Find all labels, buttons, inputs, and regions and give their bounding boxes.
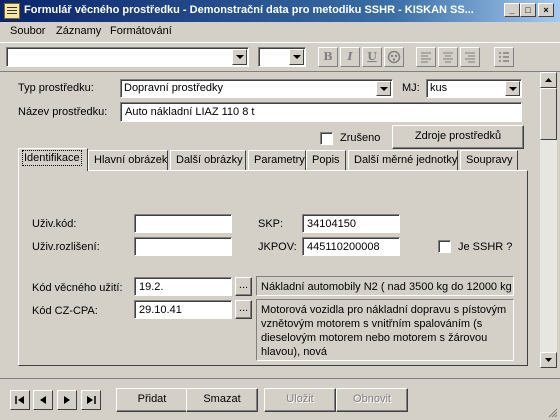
- tab-popis[interactable]: Popis: [306, 150, 346, 170]
- form-app-icon: [4, 3, 20, 19]
- last-record-icon: [87, 396, 96, 404]
- je-sshr-label: Je SSHR ?: [458, 241, 513, 253]
- resize-grip[interactable]: [548, 408, 558, 418]
- kod-vecneho-uziti-label: Kód věcného užití:: [32, 282, 123, 294]
- nazev-prostredku-input[interactable]: Auto nákladní LIAZ 110 8 t: [120, 102, 522, 122]
- menu-formatovani[interactable]: Formátování: [110, 25, 172, 37]
- je-sshr-checkbox[interactable]: [438, 240, 451, 253]
- kod-cz-cpa-lookup-button[interactable]: ...: [235, 300, 252, 319]
- uziv-rozliseni-input[interactable]: [134, 237, 232, 256]
- last-record-button[interactable]: [81, 390, 101, 410]
- arrow-down-icon: [545, 358, 552, 362]
- scroll-down-button[interactable]: [540, 352, 557, 368]
- jkpov-label: JKPOV:: [258, 241, 297, 253]
- kod-vecneho-uziti-lookup-button[interactable]: ...: [235, 277, 252, 296]
- previous-record-button[interactable]: [33, 390, 53, 410]
- align-right-icon: [465, 52, 475, 63]
- zruseno-label: Zrušeno: [340, 132, 381, 144]
- first-record-button[interactable]: [10, 390, 30, 410]
- menu-zaznamy[interactable]: Záznamy: [56, 25, 101, 37]
- minimize-button[interactable]: _: [504, 3, 520, 17]
- scroll-thumb[interactable]: [540, 88, 557, 140]
- tab-dalsi-merne-jednotky[interactable]: Další měrné jednotky: [348, 150, 458, 170]
- chevron-down-icon[interactable]: [232, 49, 247, 65]
- align-center-icon: [443, 52, 453, 63]
- tab-soupravy[interactable]: Soupravy: [460, 150, 518, 170]
- ulozit-label: Uložit: [286, 393, 314, 405]
- bullet-list-icon: [499, 52, 509, 62]
- pridat-button[interactable]: Přidat: [116, 388, 188, 412]
- align-right-button[interactable]: [460, 47, 480, 67]
- first-record-icon: [15, 396, 24, 404]
- align-center-button[interactable]: [438, 47, 458, 67]
- form-window: Formulář věcného prostředku - Demonstrač…: [0, 0, 560, 420]
- obnovit-label: Obnovit: [353, 393, 391, 405]
- arrow-up-icon: [545, 78, 552, 82]
- jkpov-input[interactable]: 445110200008: [302, 237, 400, 256]
- skp-input[interactable]: 34104150: [302, 214, 400, 233]
- font-size-combo[interactable]: [258, 47, 306, 67]
- previous-record-icon: [40, 396, 46, 404]
- align-left-button[interactable]: [416, 47, 436, 67]
- chevron-down-icon[interactable]: [505, 81, 520, 96]
- uziv-kod-label: Uživ.kód:: [32, 218, 77, 230]
- uziv-rozliseni-label: Uživ.rozlišení:: [32, 241, 100, 253]
- obnovit-button[interactable]: Obnovit: [336, 388, 408, 412]
- bold-button[interactable]: B: [318, 47, 338, 67]
- menu-soubor[interactable]: Soubor: [10, 25, 45, 37]
- mj-label: MJ:: [402, 82, 420, 94]
- color-palette-button[interactable]: [384, 47, 404, 67]
- zruseno-checkbox[interactable]: [320, 132, 333, 145]
- window-title: Formulář věcného prostředku - Demonstrač…: [24, 4, 474, 16]
- zdroje-prostredku-button[interactable]: Zdroje prostředků: [392, 125, 524, 149]
- underline-button[interactable]: U: [362, 47, 382, 67]
- resize-grip-icon: [548, 408, 558, 418]
- next-record-icon: [64, 396, 70, 404]
- italic-button[interactable]: I: [340, 47, 360, 67]
- mj-select[interactable]: kus: [426, 79, 522, 98]
- next-record-button[interactable]: [57, 390, 77, 410]
- chevron-down-icon[interactable]: [376, 81, 391, 96]
- mj-value: kus: [430, 82, 448, 94]
- menu-bar: Soubor Záznamy Formátování: [0, 22, 560, 42]
- skp-label: SKP:: [258, 218, 284, 230]
- typ-prostredku-label: Typ prostředku:: [18, 82, 94, 94]
- tab-identifikace-label: Identifikace: [22, 150, 82, 166]
- chevron-down-icon[interactable]: [289, 49, 304, 65]
- smazat-button[interactable]: Smazat: [186, 388, 258, 412]
- scroll-up-button[interactable]: [540, 72, 557, 88]
- vertical-scrollbar[interactable]: [540, 72, 557, 368]
- palette-icon: [387, 50, 401, 64]
- tab-dalsi-obrazky[interactable]: Další obrázky: [170, 150, 246, 170]
- maximize-button[interactable]: □: [520, 3, 536, 17]
- align-left-icon: [421, 52, 431, 63]
- kod-vecneho-uziti-description: Nákladní automobily N2 ( nad 3500 kg do …: [256, 276, 514, 296]
- bullet-list-button[interactable]: [494, 47, 514, 67]
- kod-cz-cpa-description: Motorová vozidla pro nákladní dopravu s …: [256, 299, 514, 361]
- kod-cz-cpa-input[interactable]: 29.10.41: [134, 300, 232, 319]
- font-combo[interactable]: [6, 47, 249, 67]
- tab-parametry[interactable]: Parametry: [248, 150, 306, 170]
- ulozit-button[interactable]: Uložit: [264, 388, 336, 412]
- nazev-prostredku-label: Název prostředku:: [18, 106, 108, 118]
- tab-identifikace[interactable]: Identifikace: [18, 148, 88, 171]
- uziv-kod-input[interactable]: [134, 214, 232, 233]
- tab-hlavni-obrazek[interactable]: Hlavní obrázek: [88, 150, 168, 170]
- close-button[interactable]: ×: [538, 3, 554, 17]
- title-bar[interactable]: Formulář věcného prostředku - Demonstrač…: [0, 0, 560, 22]
- kod-cz-cpa-label: Kód CZ-CPA:: [32, 305, 98, 317]
- kod-vecneho-uziti-input[interactable]: 19.2.: [134, 277, 232, 296]
- typ-prostredku-value: Dopravní prostředky: [124, 82, 224, 94]
- typ-prostredku-select[interactable]: Dopravní prostředky: [120, 79, 393, 98]
